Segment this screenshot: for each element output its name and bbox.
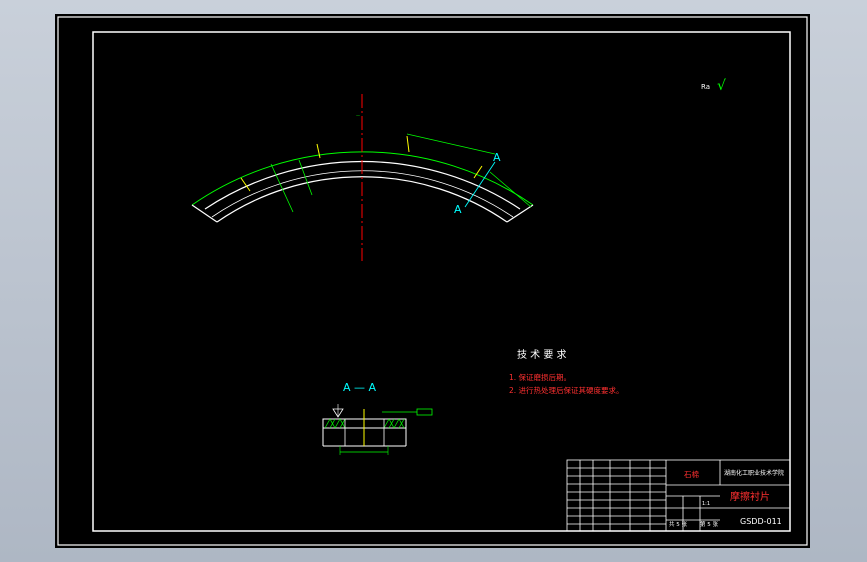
section-mark-a2: A xyxy=(454,203,462,216)
section-title: A — A xyxy=(343,381,377,394)
tb-material: 石棉 xyxy=(684,469,699,479)
tb-scale: 1:1 xyxy=(702,501,710,507)
lining-arc-view: — A A xyxy=(191,94,534,261)
section-view: A — A xyxy=(322,381,433,455)
end-dim-line xyxy=(489,171,532,208)
tech-note-2: 2. 进行热处理后保证其硬度要求。 xyxy=(509,385,624,395)
right-end-cap xyxy=(506,204,534,223)
inner-frame xyxy=(92,31,791,532)
cad-drawing: Ra √ — A A A — A 技 术 要 求 1. 保证磨损后期。 2. 进… xyxy=(57,16,808,546)
tech-title: 技 术 要 求 xyxy=(517,348,567,361)
section-leader-box xyxy=(416,408,433,416)
hole-mark-2 xyxy=(316,143,321,159)
tb-school: 湖南化工职业技术学院 xyxy=(724,469,784,477)
chord-dim-line xyxy=(406,133,496,155)
section-mark-a1: A xyxy=(493,151,501,164)
tb-sheets-total: 共 5 张 xyxy=(669,520,687,528)
technical-requirements: 技 术 要 求 1. 保证磨损后期。 2. 进行热处理后保证其硬度要求。 xyxy=(509,348,624,395)
outer-frame xyxy=(57,16,808,546)
svg-text:Ra: Ra xyxy=(701,83,710,91)
hole-mark-1 xyxy=(240,177,251,192)
tb-sheet-no: 第 5 张 xyxy=(700,520,718,528)
roughness-symbol: √ xyxy=(717,78,726,94)
left-end-cap xyxy=(191,204,218,223)
drawing-sheet: Ra √ — A A A — A 技 术 要 求 1. 保证磨损后期。 2. 进… xyxy=(55,14,810,548)
roughness-mark: Ra √ xyxy=(701,78,726,94)
hole-mark-3 xyxy=(406,135,410,153)
dim-tick-label: — xyxy=(356,113,360,118)
tb-part-name: 摩擦衬片 xyxy=(730,490,770,503)
tech-note-1: 1. 保证磨损后期。 xyxy=(509,372,571,382)
tb-drawing-no: GSDD-011 xyxy=(740,517,782,526)
